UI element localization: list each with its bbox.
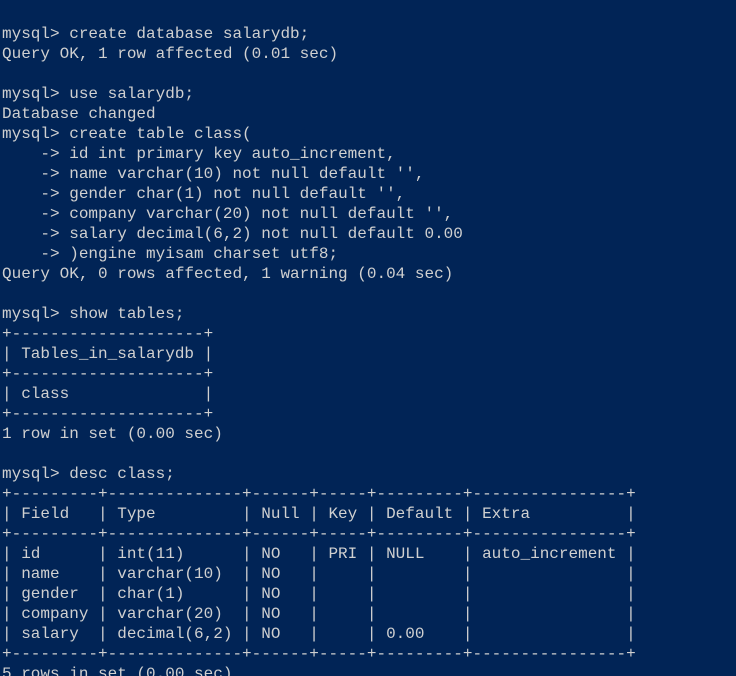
result-desc-footer: 5 rows in set (0.00 sec)	[2, 665, 232, 676]
blank-line	[2, 445, 12, 463]
prompt-line: mysql> use salarydb;	[2, 85, 194, 103]
table-row: | gender | char(1) | NO | | | |	[2, 585, 636, 603]
result-create-db: Query OK, 1 row affected (0.01 sec)	[2, 45, 338, 63]
cont-prompt: ->	[2, 245, 69, 263]
cont-line: -> company varchar(20) not null default …	[2, 205, 453, 223]
cmd-create-table-5: salary decimal(6,2) not null default 0.0…	[69, 225, 463, 243]
blank-line	[2, 285, 12, 303]
blank-line	[2, 65, 12, 83]
cont-prompt: ->	[2, 205, 69, 223]
table-header: | Tables_in_salarydb |	[2, 345, 213, 363]
table-row: | class |	[2, 385, 213, 403]
result-show-tables-footer: 1 row in set (0.00 sec)	[2, 425, 223, 443]
cmd-use-db: use salarydb;	[69, 85, 194, 103]
mysql-prompt: mysql>	[2, 25, 69, 43]
table-border: +---------+--------------+------+-----+-…	[2, 645, 636, 663]
mysql-prompt: mysql>	[2, 85, 69, 103]
mysql-terminal[interactable]: mysql> create database salarydb; Query O…	[0, 0, 736, 676]
cont-line: -> gender char(1) not null default '',	[2, 185, 405, 203]
table-header: | Field | Type | Null | Key | Default | …	[2, 505, 636, 523]
table-row: | salary | decimal(6,2) | NO | | 0.00 | …	[2, 625, 636, 643]
cmd-show-tables: show tables;	[69, 305, 184, 323]
prompt-line: mysql> create table class(	[2, 125, 252, 143]
table-border: +--------------------+	[2, 365, 213, 383]
mysql-prompt: mysql>	[2, 465, 69, 483]
prompt-line: mysql> show tables;	[2, 305, 184, 323]
result-create-table: Query OK, 0 rows affected, 1 warning (0.…	[2, 265, 453, 283]
table-border: +---------+--------------+------+-----+-…	[2, 525, 636, 543]
table-row: | id | int(11) | NO | PRI | NULL | auto_…	[2, 545, 636, 563]
table-border: +---------+--------------+------+-----+-…	[2, 485, 636, 503]
prompt-line: mysql> create database salarydb;	[2, 25, 309, 43]
cmd-create-table-3: gender char(1) not null default '',	[69, 185, 405, 203]
cont-prompt: ->	[2, 165, 69, 183]
result-use-db: Database changed	[2, 105, 156, 123]
table-row: | name | varchar(10) | NO | | | |	[2, 565, 636, 583]
cont-prompt: ->	[2, 225, 69, 243]
cont-line: -> name varchar(10) not null default '',	[2, 165, 424, 183]
cont-prompt: ->	[2, 185, 69, 203]
cmd-desc: desc class;	[69, 465, 175, 483]
cmd-create-table-0: create table class(	[69, 125, 251, 143]
table-row: | company | varchar(20) | NO | | | |	[2, 605, 636, 623]
cmd-create-table-1: id int primary key auto_increment,	[69, 145, 395, 163]
table-border: +--------------------+	[2, 325, 213, 343]
mysql-prompt: mysql>	[2, 125, 69, 143]
cmd-create-table-6: )engine myisam charset utf8;	[69, 245, 338, 263]
cont-line: -> salary decimal(6,2) not null default …	[2, 225, 463, 243]
cmd-create-table-2: name varchar(10) not null default '',	[69, 165, 424, 183]
cont-line: -> )engine myisam charset utf8;	[2, 245, 338, 263]
cont-line: -> id int primary key auto_increment,	[2, 145, 396, 163]
mysql-prompt: mysql>	[2, 305, 69, 323]
cmd-create-db: create database salarydb;	[69, 25, 309, 43]
prompt-line: mysql> desc class;	[2, 465, 175, 483]
cont-prompt: ->	[2, 145, 69, 163]
cmd-create-table-4: company varchar(20) not null default '',	[69, 205, 453, 223]
table-border: +--------------------+	[2, 405, 213, 423]
